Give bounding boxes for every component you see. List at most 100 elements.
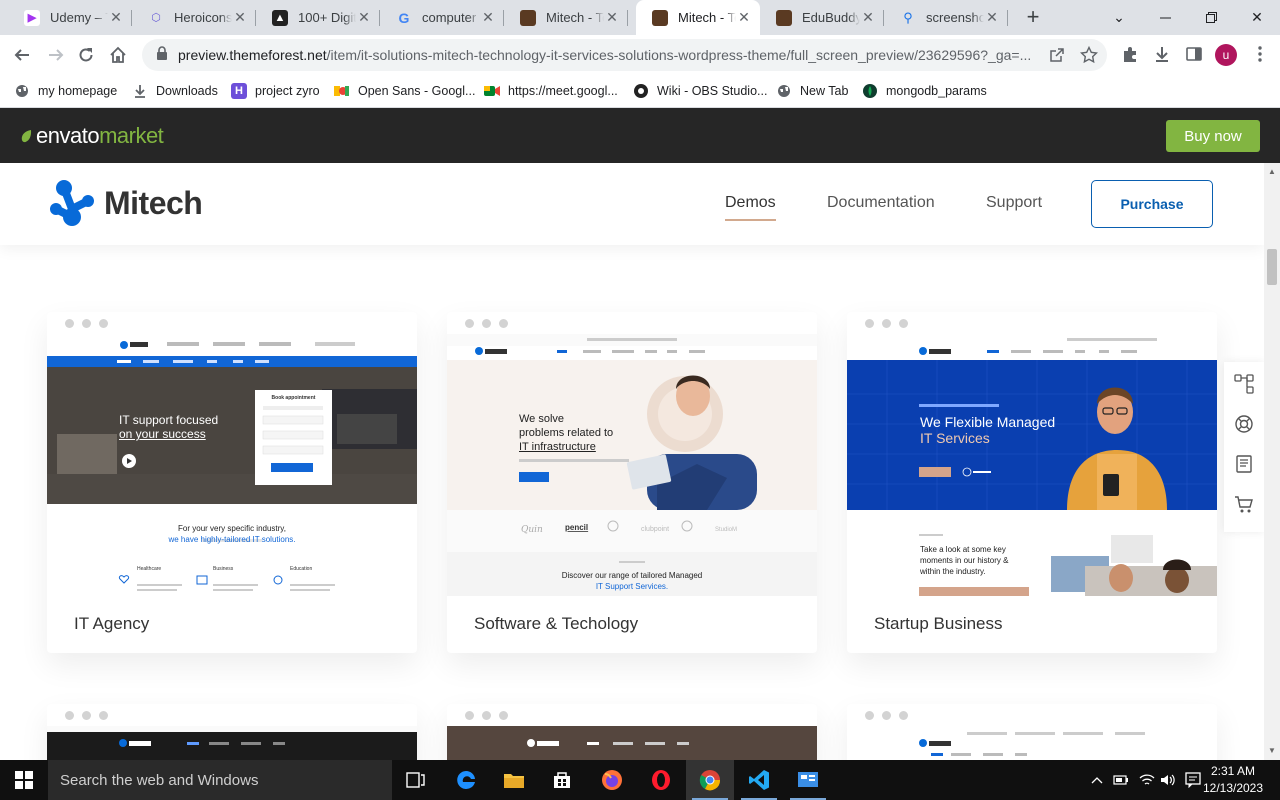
clock-time: 2:31 AM (1210, 764, 1256, 778)
demo-card[interactable] (447, 704, 817, 760)
browser-tab[interactable]: ⚲ screenshot ✕ (884, 0, 1008, 35)
envato-market-logo[interactable]: envato market (20, 123, 164, 149)
switch-demo-icon[interactable] (1234, 374, 1254, 394)
edge-icon[interactable] (442, 760, 490, 800)
download-icon[interactable] (1152, 44, 1172, 64)
demo-thumbnail[interactable]: IT support focused on your success Book … (47, 334, 417, 596)
volume-icon[interactable] (1158, 760, 1178, 800)
browser-tab[interactable]: ▶ Udemy – T ✕ (8, 0, 132, 35)
reload-icon[interactable] (74, 43, 98, 67)
browser-tab[interactable]: ⬡ Heroicons ✕ (132, 0, 256, 35)
taskbar-search-box[interactable]: Search the web and Windows (48, 760, 392, 800)
cart-icon[interactable] (1234, 494, 1254, 514)
bookmark-item[interactable]: Open Sans - Googl... (334, 81, 475, 101)
browser-tab[interactable]: EduBuddy ✕ (760, 0, 884, 35)
browser-toolbar: preview.themeforest.net/item/it-solution… (0, 35, 1280, 75)
show-hidden-icons[interactable] (1088, 760, 1106, 800)
demo-card-startup-business[interactable]: We Flexible Managed IT Services Take a l… (847, 312, 1217, 653)
close-tab-icon[interactable]: ✕ (860, 9, 876, 26)
buy-now-button[interactable]: Buy now (1166, 120, 1260, 152)
purchase-button[interactable]: Purchase (1091, 180, 1213, 228)
start-button[interactable] (0, 760, 48, 800)
demo-thumbnail[interactable] (47, 726, 417, 760)
browser-tab-active[interactable]: Mitech - Te ✕ (636, 0, 760, 35)
battery-icon[interactable] (1110, 760, 1132, 800)
demo-card-software-technology[interactable]: Quin pencil clubpoint StudioM We solve p… (447, 312, 817, 653)
forward-icon[interactable] (44, 43, 68, 67)
close-window-icon[interactable]: ✕ (1234, 0, 1280, 35)
close-tab-icon[interactable]: ✕ (108, 9, 124, 26)
tab-search-icon[interactable]: ⌄ (1096, 0, 1142, 35)
bookmark-label: New Tab (800, 84, 849, 98)
minimize-icon[interactable] (1142, 0, 1188, 35)
screen-app-icon[interactable] (784, 760, 832, 800)
close-tab-icon[interactable]: ✕ (984, 9, 1000, 26)
menu-kebab-icon[interactable] (1250, 44, 1270, 64)
demo-title[interactable]: Startup Business (874, 614, 1003, 634)
back-icon[interactable] (10, 43, 34, 67)
chrome-icon[interactable] (686, 760, 734, 800)
address-bar[interactable]: preview.themeforest.net/item/it-solution… (142, 39, 1107, 71)
bookmark-item[interactable]: https://meet.googl... (484, 81, 618, 101)
lock-icon[interactable] (156, 45, 170, 65)
scrollbar-thumb[interactable] (1267, 249, 1277, 285)
close-tab-icon[interactable]: ✕ (736, 9, 752, 26)
demo-card[interactable] (47, 704, 417, 760)
bookmark-label: https://meet.googl... (508, 84, 618, 98)
taskbar-clock[interactable]: 2:31 AM 12/13/2023 (1200, 763, 1266, 797)
bookmark-item[interactable]: H project zyro (231, 81, 320, 101)
share-icon[interactable] (1048, 46, 1066, 64)
new-tab-button[interactable]: + (1020, 5, 1046, 31)
url-text[interactable]: preview.themeforest.net/item/it-solution… (178, 47, 1038, 63)
demo-card[interactable] (847, 704, 1217, 760)
demo-thumbnail[interactable]: Quin pencil clubpoint StudioM We solve p… (447, 334, 817, 596)
firefox-icon[interactable] (588, 760, 636, 800)
nav-support[interactable]: Support (986, 194, 1042, 212)
bookmark-item[interactable]: New Tab (776, 81, 848, 101)
side-panel-icon[interactable] (1184, 44, 1204, 64)
home-icon[interactable] (106, 43, 130, 67)
demo-thumbnail[interactable] (847, 726, 1217, 760)
store-icon[interactable] (538, 760, 586, 800)
tab-title: Mitech - Te (546, 10, 604, 25)
close-tab-icon[interactable]: ✕ (232, 9, 248, 26)
google-fonts-icon (334, 83, 350, 99)
demo-title[interactable]: IT Agency (74, 614, 149, 634)
scroll-up-icon[interactable]: ▲ (1267, 167, 1277, 177)
preview-tagline: Take a look at some key moments in our h… (920, 544, 1008, 577)
browser-tab[interactable]: Mitech - Te ✕ (504, 0, 628, 35)
bookmark-star-icon[interactable] (1080, 46, 1098, 64)
vscode-icon[interactable] (735, 760, 783, 800)
mitech-logo-icon (50, 180, 94, 226)
close-tab-icon[interactable]: ✕ (480, 9, 496, 26)
restore-icon[interactable] (1188, 0, 1234, 35)
nav-documentation[interactable]: Documentation (827, 194, 935, 212)
close-tab-icon[interactable]: ✕ (356, 9, 372, 26)
bookmark-item[interactable]: Wiki - OBS Studio... (633, 81, 767, 101)
profile-avatar[interactable]: u (1215, 44, 1237, 66)
nav-demos[interactable]: Demos (725, 194, 776, 221)
support-lifebuoy-icon[interactable] (1234, 414, 1254, 434)
documentation-book-icon[interactable] (1234, 454, 1254, 474)
file-explorer-icon[interactable] (490, 760, 538, 800)
demo-card-it-agency[interactable]: IT support focused on your success Book … (47, 312, 417, 653)
demo-thumbnail[interactable] (447, 726, 817, 760)
bookmark-item[interactable]: mongodb_params (862, 81, 987, 101)
browser-tab[interactable]: ▲ 100+ Digit ✕ (256, 0, 380, 35)
hero-line-1: We Flexible Managed (920, 414, 1056, 430)
scroll-down-icon[interactable]: ▼ (1267, 746, 1277, 756)
task-view-icon[interactable] (392, 760, 440, 800)
mitech-logo[interactable]: Mitech (50, 179, 203, 227)
page-scrollbar[interactable]: ▲ ▼ (1264, 163, 1280, 760)
themeforest-icon (652, 9, 668, 26)
tab-title: Udemy – T (50, 10, 108, 25)
extensions-icon[interactable] (1120, 44, 1140, 64)
opera-icon[interactable] (637, 760, 685, 800)
bookmark-item[interactable]: Downloads (132, 81, 218, 101)
close-tab-icon[interactable]: ✕ (604, 9, 620, 26)
demo-thumbnail[interactable]: We Flexible Managed IT Services Take a l… (847, 334, 1217, 596)
browser-tab[interactable]: G computer ✕ (380, 0, 504, 35)
wifi-icon[interactable] (1136, 760, 1158, 800)
bookmark-item[interactable]: my homepage (14, 81, 117, 101)
demo-title[interactable]: Software & Techology (474, 614, 638, 634)
